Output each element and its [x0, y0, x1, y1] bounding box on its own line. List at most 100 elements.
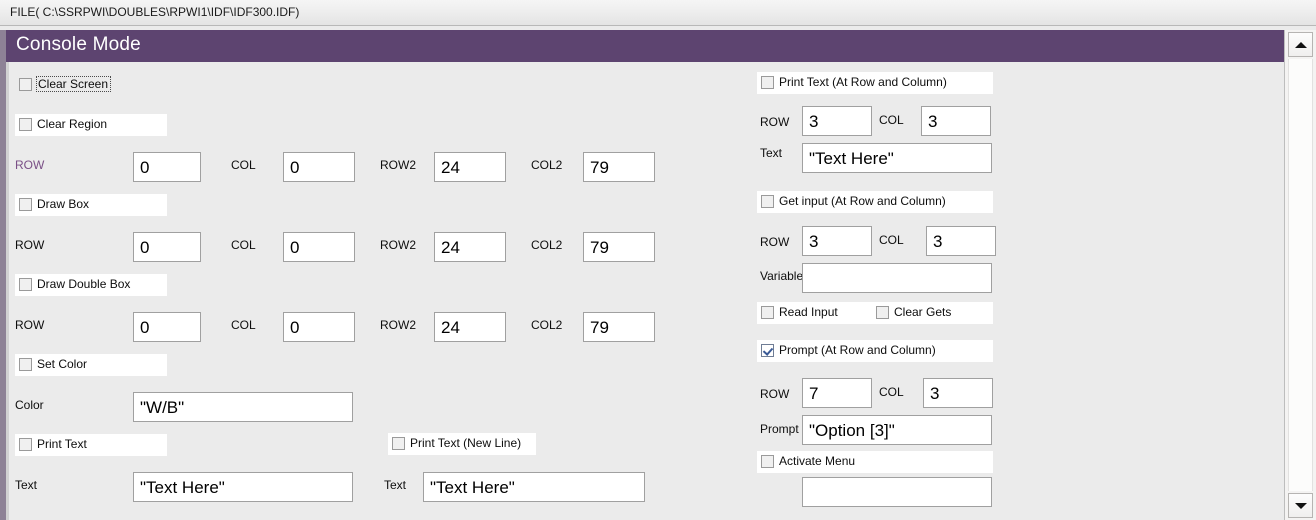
- form-surface: Clear Screen Clear Region ROW 0 COL 0 RO…: [9, 62, 1284, 520]
- checkbox-box-print-text-at[interactable]: [761, 76, 774, 89]
- checkbox-activate-menu[interactable]: Activate Menu: [757, 451, 993, 473]
- input-get-input-at-row[interactable]: 3: [802, 226, 872, 256]
- input-clear-region-col[interactable]: 0: [283, 152, 355, 182]
- input-print-text-at-value[interactable]: "Text Here": [802, 143, 992, 173]
- input-print-text-at-row[interactable]: 3: [802, 106, 872, 136]
- label-print-text-text: Text: [15, 478, 38, 492]
- checkbox-print-text-new-line[interactable]: Print Text (New Line): [388, 433, 536, 455]
- input-draw-box-col[interactable]: 0: [283, 232, 355, 262]
- input-clear-region-row[interactable]: 0: [133, 152, 201, 182]
- scrollbar-thumb[interactable]: [1289, 59, 1312, 491]
- checkbox-label-clear-region: Clear Region: [37, 117, 108, 131]
- input-color-value[interactable]: "W/B": [133, 392, 353, 422]
- input-draw-double-box-col[interactable]: 0: [283, 312, 355, 342]
- checkbox-box-clear-screen[interactable]: [19, 78, 32, 91]
- checkbox-prompt-at[interactable]: Prompt (At Row and Column): [757, 340, 993, 362]
- checkbox-label-clear-screen: Clear Screen: [36, 76, 112, 92]
- label-variable: Variable: [760, 269, 804, 283]
- input-variable-value[interactable]: [802, 263, 992, 293]
- input-draw-box-row[interactable]: 0: [133, 232, 201, 262]
- checkbox-label-print-text: Print Text: [37, 437, 87, 451]
- input-clear-region-row2[interactable]: 24: [434, 152, 506, 182]
- checkbox-label-prompt-at: Prompt (At Row and Column): [779, 343, 936, 357]
- label-clear-region-row: ROW: [15, 158, 45, 172]
- checkbox-box-get-input-at[interactable]: [761, 195, 774, 208]
- scroll-up-arrow-button[interactable]: [1288, 32, 1313, 57]
- label-draw-box-row: ROW: [15, 238, 45, 252]
- input-draw-box-col2[interactable]: 79: [583, 232, 655, 262]
- label-clear-region-col: COL: [231, 158, 256, 172]
- checkbox-draw-double-box[interactable]: Draw Double Box: [15, 274, 167, 296]
- checkbox-print-text-at[interactable]: Print Text (At Row and Column): [757, 72, 993, 94]
- input-prompt-value[interactable]: "Option [3]": [802, 415, 992, 445]
- checkbox-box-activate-menu[interactable]: [761, 455, 774, 468]
- label-print-text-new-line-text: Text: [384, 478, 407, 492]
- label-print-text-at-text: Text: [760, 146, 783, 160]
- checkbox-box-print-text[interactable]: [19, 438, 32, 451]
- checkbox-box-clear-gets[interactable]: [876, 306, 889, 319]
- label-get-input-at-row: ROW: [760, 235, 790, 249]
- scroll-down-arrow-button[interactable]: [1288, 493, 1313, 518]
- label-clear-region-row2: ROW2: [380, 158, 416, 172]
- checkbox-read-input[interactable]: Read Input: [757, 302, 889, 324]
- label-draw-double-box-row: ROW: [15, 318, 45, 332]
- label-draw-double-box-col: COL: [231, 318, 256, 332]
- scroll-down-arrow-icon: [1294, 502, 1307, 509]
- checkbox-label-activate-menu: Activate Menu: [779, 454, 856, 468]
- input-draw-double-box-row[interactable]: 0: [133, 312, 201, 342]
- checkbox-box-prompt-at[interactable]: [761, 344, 774, 357]
- console-mode-window: FILE( C:\SSRPWI\DOUBLES\RPWI1\IDF\IDF300…: [0, 0, 1316, 520]
- scrollbar-track[interactable]: [1288, 59, 1313, 491]
- input-draw-box-row2[interactable]: 24: [434, 232, 506, 262]
- checkbox-label-clear-gets: Clear Gets: [894, 305, 952, 319]
- checkbox-box-clear-region[interactable]: [19, 118, 32, 131]
- page-header: Console Mode: [6, 30, 1284, 62]
- checkbox-label-draw-box: Draw Box: [37, 197, 90, 211]
- input-print-text-at-col[interactable]: 3: [921, 106, 991, 136]
- vertical-scrollbar[interactable]: [1284, 30, 1316, 520]
- checkbox-box-set-color[interactable]: [19, 358, 32, 371]
- label-print-text-at-row: ROW: [760, 115, 790, 129]
- checkbox-label-print-text-new-line: Print Text (New Line): [410, 436, 522, 450]
- checkbox-clear-region[interactable]: Clear Region: [15, 114, 167, 136]
- input-get-input-at-col[interactable]: 3: [926, 226, 996, 256]
- checkbox-clear-gets[interactable]: Clear Gets: [872, 302, 993, 324]
- input-activate-menu-value[interactable]: [802, 477, 992, 507]
- input-print-text-value[interactable]: "Text Here": [133, 472, 353, 502]
- checkbox-set-color[interactable]: Set Color: [15, 354, 167, 376]
- label-draw-double-box-row2: ROW2: [380, 318, 416, 332]
- input-draw-double-box-col2[interactable]: 79: [583, 312, 655, 342]
- input-clear-region-col2[interactable]: 79: [583, 152, 655, 182]
- titlebar: FILE( C:\SSRPWI\DOUBLES\RPWI1\IDF\IDF300…: [0, 0, 1316, 26]
- checkbox-label-get-input-at: Get input (At Row and Column): [779, 194, 946, 208]
- file-path-label: FILE( C:\SSRPWI\DOUBLES\RPWI1\IDF\IDF300…: [10, 5, 300, 19]
- input-prompt-at-col[interactable]: 3: [923, 378, 993, 408]
- checkbox-box-draw-double-box[interactable]: [19, 278, 32, 291]
- scroll-up-arrow-icon: [1294, 41, 1307, 48]
- checkbox-box-read-input[interactable]: [761, 306, 774, 319]
- label-draw-box-col2: COL2: [531, 238, 563, 252]
- label-prompt: Prompt: [760, 422, 799, 436]
- checkbox-box-print-text-new-line[interactable]: [392, 437, 405, 450]
- label-get-input-at-col: COL: [879, 233, 904, 247]
- checkbox-clear-screen[interactable]: Clear Screen: [15, 74, 167, 96]
- checkbox-get-input-at[interactable]: Get input (At Row and Column): [757, 191, 993, 213]
- label-color: Color: [15, 398, 44, 412]
- label-prompt-at-col: COL: [879, 385, 904, 399]
- input-print-text-new-line-value[interactable]: "Text Here": [423, 472, 645, 502]
- label-draw-box-row2: ROW2: [380, 238, 416, 252]
- checkbox-box-draw-box[interactable]: [19, 198, 32, 211]
- checkbox-label-set-color: Set Color: [37, 357, 88, 371]
- checkbox-label-read-input: Read Input: [779, 305, 838, 319]
- checkbox-label-draw-double-box: Draw Double Box: [37, 277, 131, 291]
- label-clear-region-col2: COL2: [531, 158, 563, 172]
- checkbox-print-text[interactable]: Print Text: [15, 434, 167, 456]
- label-draw-double-box-col2: COL2: [531, 318, 563, 332]
- label-prompt-at-row: ROW: [760, 387, 790, 401]
- input-prompt-at-row[interactable]: 7: [802, 378, 872, 408]
- label-draw-box-col: COL: [231, 238, 256, 252]
- checkbox-draw-box[interactable]: Draw Box: [15, 194, 167, 216]
- input-draw-double-box-row2[interactable]: 24: [434, 312, 506, 342]
- page-title: Console Mode: [16, 34, 141, 55]
- label-print-text-at-col: COL: [879, 113, 904, 127]
